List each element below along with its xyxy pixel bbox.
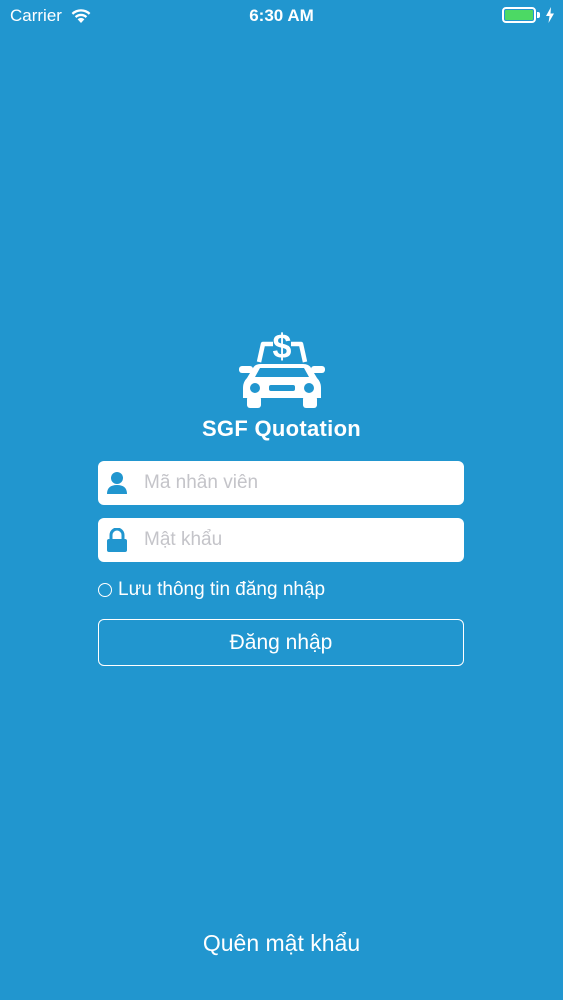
battery-cap: [537, 12, 540, 18]
lock-icon: [107, 528, 127, 552]
login-button[interactable]: Đăng nhập: [98, 619, 464, 666]
app-title: SGF Quotation: [201, 416, 362, 441]
employee-id-input[interactable]: [144, 472, 444, 494]
remember-radio[interactable]: [98, 583, 112, 597]
remember-login-toggle[interactable]: Lưu thông tin đăng nhập: [98, 579, 325, 601]
battery-indicator: [502, 7, 555, 23]
password-field[interactable]: [98, 518, 464, 562]
charging-bolt-icon: [546, 7, 554, 23]
car-dollar-icon: $: [239, 328, 325, 408]
employee-id-field[interactable]: [98, 461, 464, 505]
password-input[interactable]: [144, 529, 444, 551]
user-icon: [107, 472, 127, 494]
forgot-password-link[interactable]: Quên mật khẩu: [0, 930, 563, 957]
status-time: 6:30 AM: [249, 6, 314, 25]
status-bar: Carrier 6:30 AM: [0, 0, 563, 32]
remember-label: Lưu thông tin đăng nhập: [118, 579, 326, 600]
battery-icon: [502, 7, 536, 23]
battery-level: [505, 10, 533, 20]
svg-text:$: $: [273, 328, 292, 366]
